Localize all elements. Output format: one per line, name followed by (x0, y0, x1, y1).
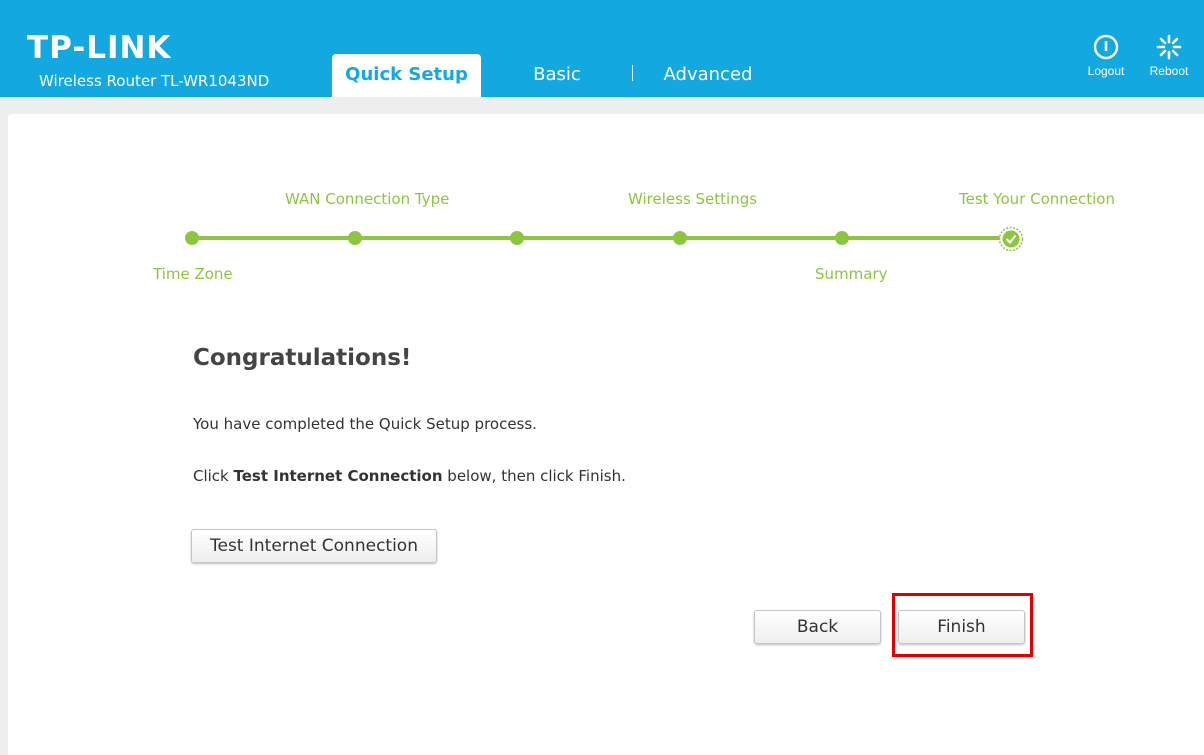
completion-text: You have completed the Quick Setup proce… (193, 415, 537, 433)
progress-track (192, 236, 1012, 240)
step-dot-wan (348, 231, 362, 245)
instruction-suffix: below, then click Finish. (442, 467, 626, 485)
instruction-text: Click Test Internet Connection below, th… (193, 467, 626, 485)
instruction-prefix: Click (193, 467, 234, 485)
step-label-wireless: Wireless Settings (628, 190, 758, 208)
instruction-bold: Test Internet Connection (233, 467, 443, 485)
step-dot-time-zone (185, 231, 199, 245)
check-icon (998, 226, 1024, 252)
setup-progress: WAN Connection Type Wireless Settings Te… (0, 0, 1204, 300)
back-button[interactable]: Back (754, 610, 881, 644)
test-internet-connection-button[interactable]: Test Internet Connection (191, 529, 437, 563)
page-title: Congratulations! (193, 345, 412, 371)
step-label-wan: WAN Connection Type (285, 190, 450, 208)
step-label-time-zone: Time Zone (153, 265, 233, 283)
finish-highlight-box (892, 593, 1033, 657)
step-label-test: Test Your Connection (959, 190, 1115, 208)
step-dot-summary (835, 231, 849, 245)
step-label-summary: Summary (815, 265, 888, 283)
step-dot-3 (510, 231, 524, 245)
step-dot-wireless (673, 231, 687, 245)
